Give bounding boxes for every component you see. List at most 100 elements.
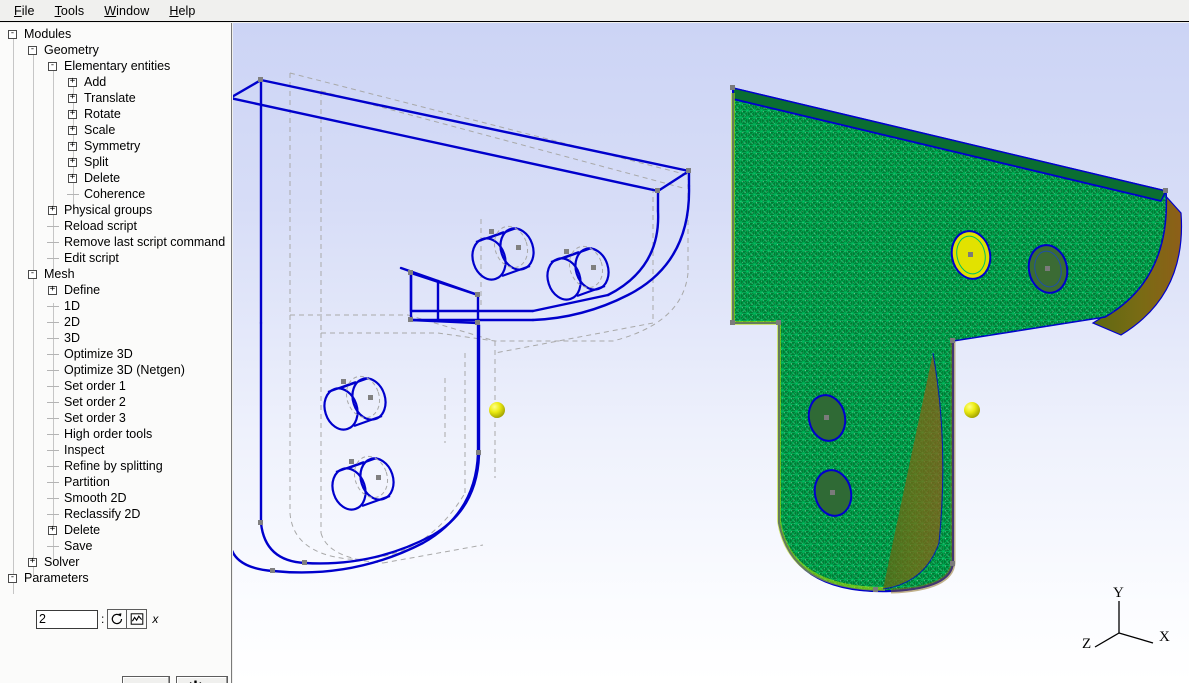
tree-node-high-order-tools[interactable]: High order tools [0,426,232,442]
expand-toggle-icon[interactable]: + [68,142,77,151]
axis-label-x: X [1159,629,1170,645]
tree-node-solver[interactable]: + Solver [0,554,232,570]
axis-label-y: Y [1113,585,1124,601]
scene-canvas[interactable]: Y X Z [233,23,1189,683]
tree-indent [0,314,48,330]
expand-toggle-icon[interactable]: + [48,526,57,535]
tree-node-optimize-3d[interactable]: Optimize 3D [0,346,232,362]
expand-toggle-icon[interactable]: + [68,126,77,135]
tree-node-set-order-2[interactable]: Set order 2 [0,394,232,410]
tree-node-label: Mesh [42,267,77,281]
origin-sphere-right[interactable] [964,402,980,418]
tree-node-label: Translate [82,91,138,105]
tree-node-refine-by-splitting[interactable]: Refine by splitting [0,458,232,474]
tree-node-label: Solver [42,555,81,569]
meshed-bracket[interactable] [730,85,1182,592]
tree-node-delete[interactable]: + Delete [0,170,232,186]
tree-indent [0,570,8,586]
geometry-wireframe-bracket[interactable] [233,73,691,573]
tree-node-symmetry[interactable]: +Symmetry [0,138,232,154]
tree-node-elementary-entities[interactable]: -Elementary entities [0,58,232,74]
mesh-texture-overlay [733,88,1166,591]
menu-tools[interactable]: Tools [45,2,95,20]
collapse-toggle-icon[interactable]: - [28,270,37,279]
tree-node-split[interactable]: +Split [0,154,232,170]
tree-indent [0,378,48,394]
tree-node-delete[interactable]: +Delete [0,522,232,538]
tree-indent [0,410,48,426]
tree-node-reload-script[interactable]: Reload script [0,218,232,234]
tree-node-mesh[interactable]: -Mesh [0,266,232,282]
tree-indent [0,234,48,250]
menu-window[interactable]: Window [94,2,159,20]
tree-node-reclassify-2d[interactable]: Reclassify 2D [0,506,232,522]
tree-node-modules[interactable]: -Modules [0,26,232,42]
expand-toggle-icon[interactable]: + [68,174,77,183]
run-button[interactable]: Run [122,676,170,683]
tree-node-physical-groups[interactable]: +Physical groups [0,202,232,218]
parameter-value-input[interactable] [36,610,98,629]
tree-indent [0,330,48,346]
tree-indent [0,42,28,58]
tree-node-remove-last-script-command[interactable]: Remove last script command [0,234,232,250]
tree-leaf-connector [48,510,57,519]
menu-file[interactable]: File [4,2,45,20]
tree-node-translate[interactable]: + Translate [0,90,232,106]
tree-node-label: Delete [82,171,122,185]
tree-node-inspect[interactable]: Inspect [0,442,232,458]
loop-icon [110,612,124,626]
expand-toggle-icon[interactable]: + [68,94,77,103]
tree-indent [0,138,68,154]
expand-toggle-icon[interactable]: + [68,110,77,119]
tree-node-geometry[interactable]: -Geometry [0,42,232,58]
collapse-toggle-icon[interactable]: - [8,574,17,583]
tree-node-set-order-3[interactable]: Set order 3 [0,410,232,426]
axis-triad [1095,601,1153,647]
tree-node-3d[interactable]: 3D [0,330,232,346]
expand-toggle-icon[interactable]: + [68,158,77,167]
tree-node-partition[interactable]: Partition [0,474,232,490]
tree-indent [0,474,48,490]
tree-node-add[interactable]: +Add [0,74,232,90]
expand-toggle-icon[interactable]: + [28,558,37,567]
tree-indent [0,394,48,410]
solver-options-button[interactable] [176,676,228,683]
module-tree[interactable]: -Modules-Geometry-Elementary entities+Ad… [0,23,232,603]
tree-node-edit-script[interactable]: Edit script [0,250,232,266]
tree-node-2d[interactable]: 2D [0,314,232,330]
graphics-viewport[interactable]: Y X Z [233,23,1189,683]
plot-icon-button[interactable] [127,609,147,629]
axis-x-line [1119,633,1153,643]
tree-indent [0,26,8,42]
tree-node-rotate[interactable]: +Rotate [0,106,232,122]
tree-node-optimize-3d-netgen[interactable]: Optimize 3D (Netgen) [0,362,232,378]
tree-node-1d[interactable]: 1D [0,298,232,314]
collapse-toggle-icon[interactable]: - [28,46,37,55]
tree-leaf-connector [48,334,57,343]
tree-node-label: Parameters [22,571,91,585]
tree-node-label: 1D [62,299,82,313]
expand-toggle-icon[interactable]: + [48,206,57,215]
origin-sphere-left[interactable] [489,402,505,418]
tree-node-save[interactable]: Save [0,538,232,554]
collapse-toggle-icon[interactable]: - [8,30,17,39]
tree-indent [0,218,48,234]
tree-node-coherence[interactable]: Coherence [0,186,232,202]
tree-indent [0,186,68,202]
tree-node-parameters[interactable]: -Parameters [0,570,232,586]
expand-toggle-icon[interactable]: + [48,286,57,295]
tree-node-scale[interactable]: +Scale [0,122,232,138]
tree-node-smooth-2d[interactable]: Smooth 2D [0,490,232,506]
axis-z-line [1095,633,1119,647]
tree-node-label: Save [62,539,95,553]
tree-leaf-connector [48,494,57,503]
tree-leaf-connector [48,478,57,487]
menu-help[interactable]: Help [159,2,205,20]
loop-icon-button[interactable] [107,609,127,629]
tree-indent [0,522,48,538]
collapse-toggle-icon[interactable]: - [48,62,57,71]
tree-leaf-connector [68,190,77,199]
expand-toggle-icon[interactable]: + [68,78,77,87]
tree-node-set-order-1[interactable]: Set order 1 [0,378,232,394]
tree-node-define[interactable]: +Define [0,282,232,298]
